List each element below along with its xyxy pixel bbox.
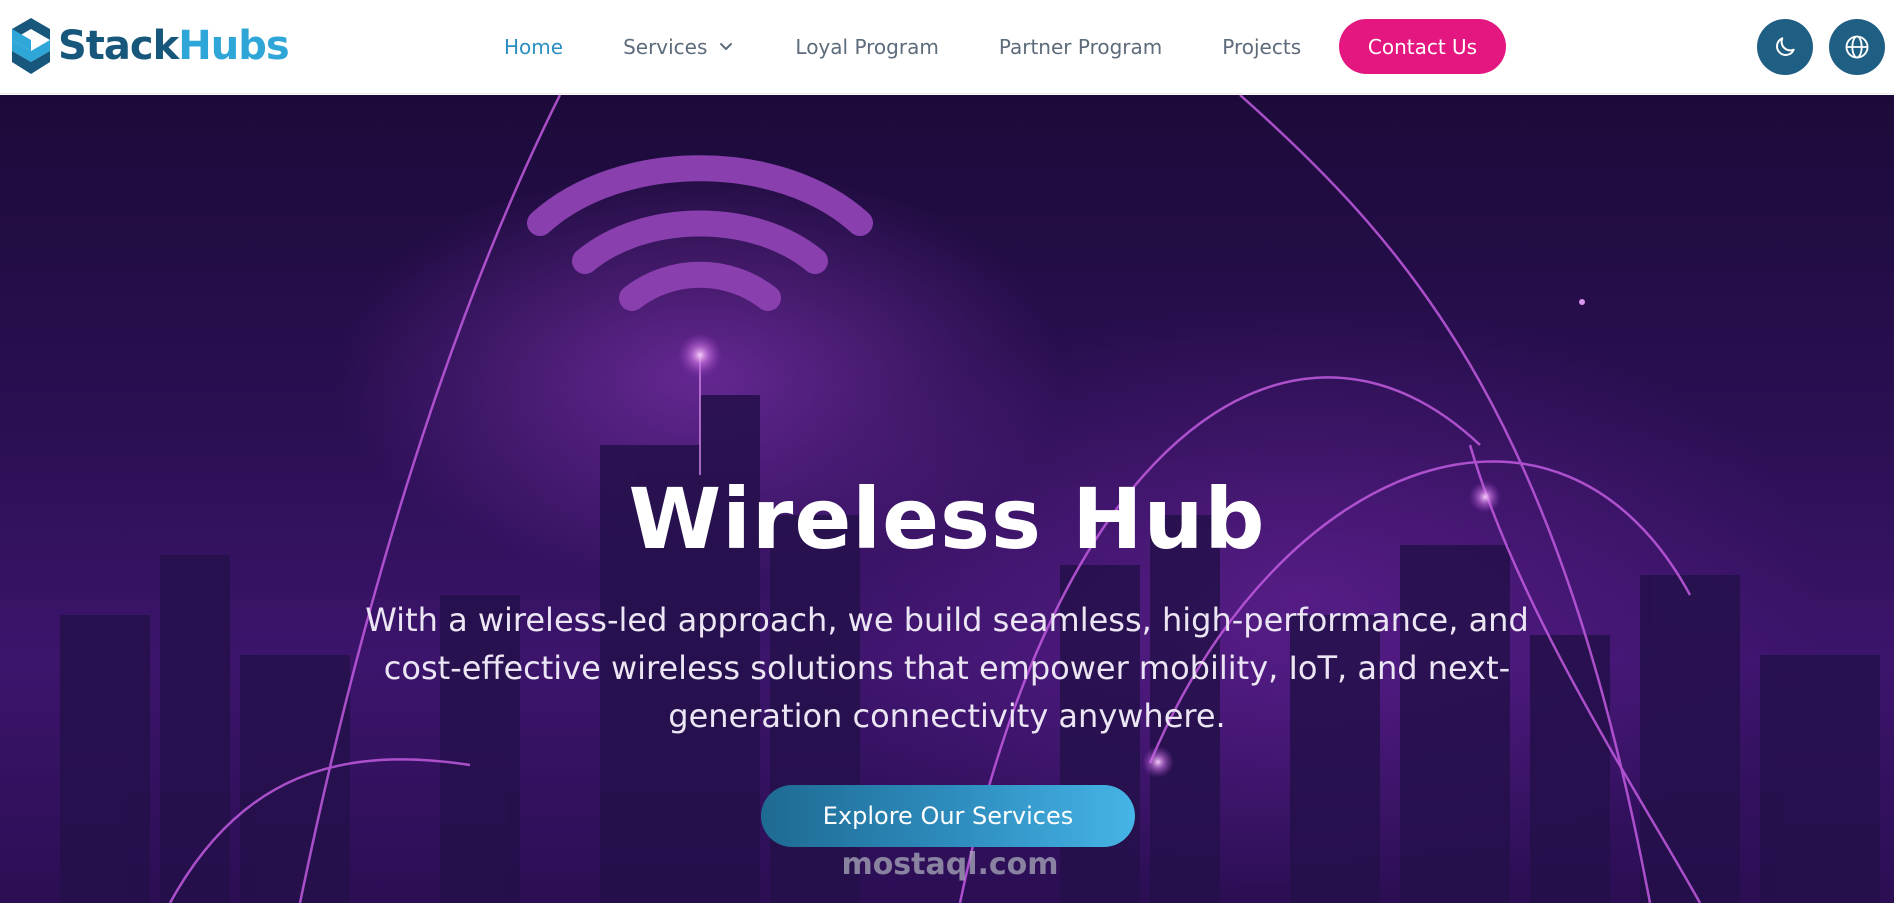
watermark-text: mostaql.com	[841, 847, 1059, 882]
theme-toggle-button[interactable]	[1757, 19, 1813, 75]
nav-services[interactable]: Services	[623, 35, 735, 59]
wifi-signal-dot	[678, 333, 722, 377]
hero-title: Wireless Hub	[628, 470, 1266, 568]
nav-services-label: Services	[623, 35, 708, 59]
nav-loyal-program-label: Loyal Program	[795, 35, 939, 59]
nav-home-label: Home	[504, 35, 564, 59]
hero-description: With a wireless-led approach, we build s…	[365, 601, 1529, 735]
main-nav: Home Services Loyal Program Partner Prog…	[470, 0, 1361, 94]
moon-icon	[1776, 37, 1795, 56]
nav-projects-label: Projects	[1222, 35, 1302, 59]
explore-services-button[interactable]: Explore Our Services	[761, 785, 1135, 847]
hero-section: Wireless Hub With a wireless-led approac…	[0, 95, 1894, 903]
brand-name: StackHubs	[58, 23, 290, 69]
globe-icon	[1845, 35, 1869, 59]
nav-partner-program[interactable]: Partner Program	[999, 35, 1162, 59]
nav-partner-program-label: Partner Program	[998, 35, 1163, 59]
brand-logo-icon	[12, 18, 50, 74]
nav-loyal-program[interactable]: Loyal Program	[795, 35, 938, 59]
network-node	[1142, 746, 1174, 778]
chevron-down-icon	[720, 43, 733, 50]
brand-logo[interactable]: StackHubs	[10, 16, 290, 76]
contact-us-button[interactable]: Contact Us	[1339, 19, 1506, 74]
site-header: StackHubs Home Services Loyal Program Pa…	[0, 0, 1894, 94]
brand-name-part2: Hubs	[178, 23, 289, 69]
language-button[interactable]	[1829, 19, 1885, 75]
nav-projects[interactable]: Projects	[1222, 35, 1301, 59]
nav-home[interactable]: Home	[504, 35, 563, 59]
brand-name-part1: Stack	[58, 23, 179, 69]
wifi-symbol	[527, 155, 873, 311]
